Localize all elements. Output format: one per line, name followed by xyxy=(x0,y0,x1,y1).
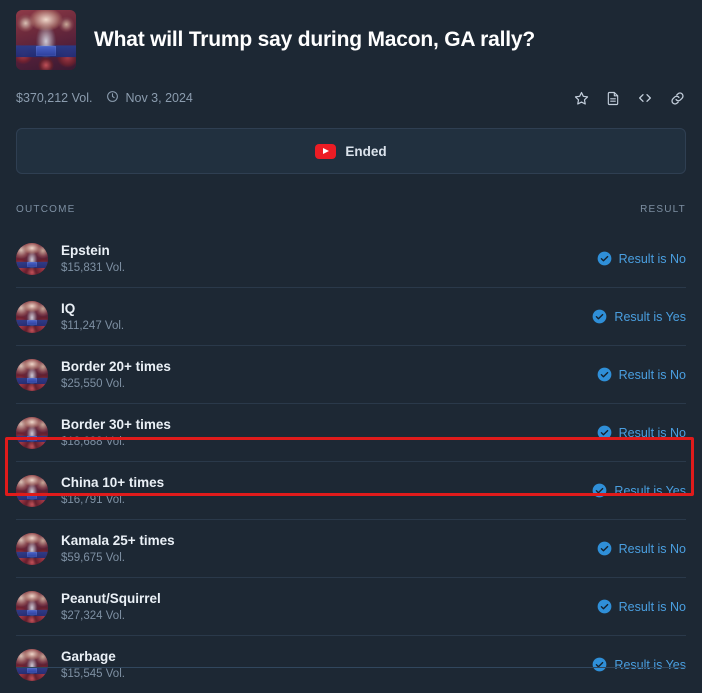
rally-photo-icon xyxy=(16,532,48,565)
outcome-info: Border 30+ times $18,688 Vol. xyxy=(61,417,597,449)
market-thumbnail xyxy=(16,10,76,70)
avatar xyxy=(16,242,48,275)
result-label: Result is No xyxy=(618,367,686,382)
market-meta: $370,212 Vol. Nov 3, 2024 xyxy=(0,70,702,112)
rally-photo-icon xyxy=(16,242,48,275)
result-label: Result is Yes xyxy=(614,483,686,498)
clock-icon xyxy=(106,90,119,106)
outcome-list: Epstein $15,831 Vol. Result is No IQ $11… xyxy=(0,230,702,693)
outcome-volume: $25,550 Vol. xyxy=(61,378,125,391)
check-circle-icon xyxy=(597,541,612,556)
link-icon[interactable] xyxy=(669,90,686,107)
rally-photo-icon xyxy=(16,648,48,681)
avatar xyxy=(16,532,48,565)
check-circle-icon xyxy=(592,309,607,324)
outcome-name: China 10+ times xyxy=(61,474,165,490)
table-row[interactable]: Peanut/Squirrel $27,324 Vol. Result is N… xyxy=(16,577,686,635)
result-badge: Result is No xyxy=(597,367,686,382)
meta-info: $370,212 Vol. Nov 3, 2024 xyxy=(16,90,193,106)
outcome-info: Garbage $15,545 Vol. xyxy=(61,649,592,681)
result-badge: Result is Yes xyxy=(592,483,686,498)
outcome-info: Peanut/Squirrel $27,324 Vol. xyxy=(61,591,597,623)
youtube-play-icon xyxy=(315,143,337,159)
check-circle-icon xyxy=(592,483,607,498)
table-row-highlighted[interactable]: China 10+ times $16,791 Vol. Result is Y… xyxy=(16,461,686,519)
column-header-result: RESULT xyxy=(640,203,686,215)
outcome-name: Border 30+ times xyxy=(61,416,171,432)
table-row[interactable]: Kamala 25+ times $59,675 Vol. Result is … xyxy=(16,519,686,577)
check-circle-icon xyxy=(597,599,612,614)
outcome-info: China 10+ times $16,791 Vol. xyxy=(61,475,592,507)
avatar xyxy=(16,300,48,333)
rally-photo-icon xyxy=(16,416,48,449)
check-circle-icon xyxy=(597,425,612,440)
end-date-label: Nov 3, 2024 xyxy=(125,91,193,105)
result-label: Result is No xyxy=(618,541,686,556)
result-label: Result is Yes xyxy=(614,657,686,672)
outcome-name: Garbage xyxy=(61,648,116,664)
outcome-volume: $59,675 Vol. xyxy=(61,552,125,565)
table-row[interactable]: Border 30+ times $18,688 Vol. Result is … xyxy=(16,403,686,461)
date-group: Nov 3, 2024 xyxy=(106,90,193,106)
document-icon[interactable] xyxy=(605,90,621,107)
outcome-info: IQ $11,247 Vol. xyxy=(61,301,592,333)
rally-photo-icon xyxy=(16,10,76,70)
rally-photo-icon xyxy=(16,474,48,507)
outcome-name: Epstein xyxy=(61,242,110,258)
check-circle-icon xyxy=(597,251,612,266)
outcome-volume: $15,545 Vol. xyxy=(61,668,125,681)
result-badge: Result is No xyxy=(597,425,686,440)
table-row[interactable]: Garbage $15,545 Vol. Result is Yes xyxy=(16,635,686,693)
market-page: What will Trump say during Macon, GA ral… xyxy=(0,0,702,681)
market-header: What will Trump say during Macon, GA ral… xyxy=(0,0,702,70)
result-badge: Result is Yes xyxy=(592,657,686,672)
result-label: Result is No xyxy=(618,425,686,440)
table-row[interactable]: Border 20+ times $25,550 Vol. Result is … xyxy=(16,345,686,403)
outcome-volume: $27,324 Vol. xyxy=(61,610,125,623)
avatar xyxy=(16,590,48,623)
result-badge: Result is Yes xyxy=(592,309,686,324)
rally-photo-icon xyxy=(16,590,48,623)
outcome-volume: $16,791 Vol. xyxy=(61,494,125,507)
outcome-name: IQ xyxy=(61,300,76,316)
status-banner[interactable]: Ended xyxy=(16,128,686,174)
avatar xyxy=(16,474,48,507)
rally-photo-icon xyxy=(16,358,48,391)
outcome-name: Peanut/Squirrel xyxy=(61,590,161,606)
market-actions xyxy=(573,90,686,107)
outcome-name: Kamala 25+ times xyxy=(61,532,175,548)
column-header-outcome: OUTCOME xyxy=(16,203,76,215)
result-badge: Result is No xyxy=(597,541,686,556)
result-label: Result is No xyxy=(618,251,686,266)
table-header: OUTCOME RESULT xyxy=(0,188,702,230)
result-label: Result is Yes xyxy=(614,309,686,324)
result-label: Result is No xyxy=(618,599,686,614)
check-circle-icon xyxy=(592,657,607,672)
outcome-volume: $11,247 Vol. xyxy=(61,320,125,333)
status-badge: Ended xyxy=(345,143,387,159)
table-row[interactable]: IQ $11,247 Vol. Result is Yes xyxy=(16,287,686,345)
code-icon[interactable] xyxy=(636,90,654,106)
check-circle-icon xyxy=(597,367,612,382)
result-badge: Result is No xyxy=(597,599,686,614)
avatar xyxy=(16,358,48,391)
avatar xyxy=(16,416,48,449)
bottom-divider xyxy=(16,667,686,668)
outcome-volume: $18,688 Vol. xyxy=(61,436,125,449)
rally-photo-icon xyxy=(16,300,48,333)
result-badge: Result is No xyxy=(597,251,686,266)
outcome-volume: $15,831 Vol. xyxy=(61,262,125,275)
outcome-info: Epstein $15,831 Vol. xyxy=(61,243,597,275)
star-icon[interactable] xyxy=(573,90,590,107)
table-row[interactable]: Epstein $15,831 Vol. Result is No xyxy=(16,230,686,287)
outcome-info: Kamala 25+ times $59,675 Vol. xyxy=(61,533,597,565)
outcome-info: Border 20+ times $25,550 Vol. xyxy=(61,359,597,391)
outcome-name: Border 20+ times xyxy=(61,358,171,374)
volume-label: $370,212 Vol. xyxy=(16,91,93,105)
page-title: What will Trump say during Macon, GA ral… xyxy=(94,28,536,52)
avatar xyxy=(16,648,48,681)
